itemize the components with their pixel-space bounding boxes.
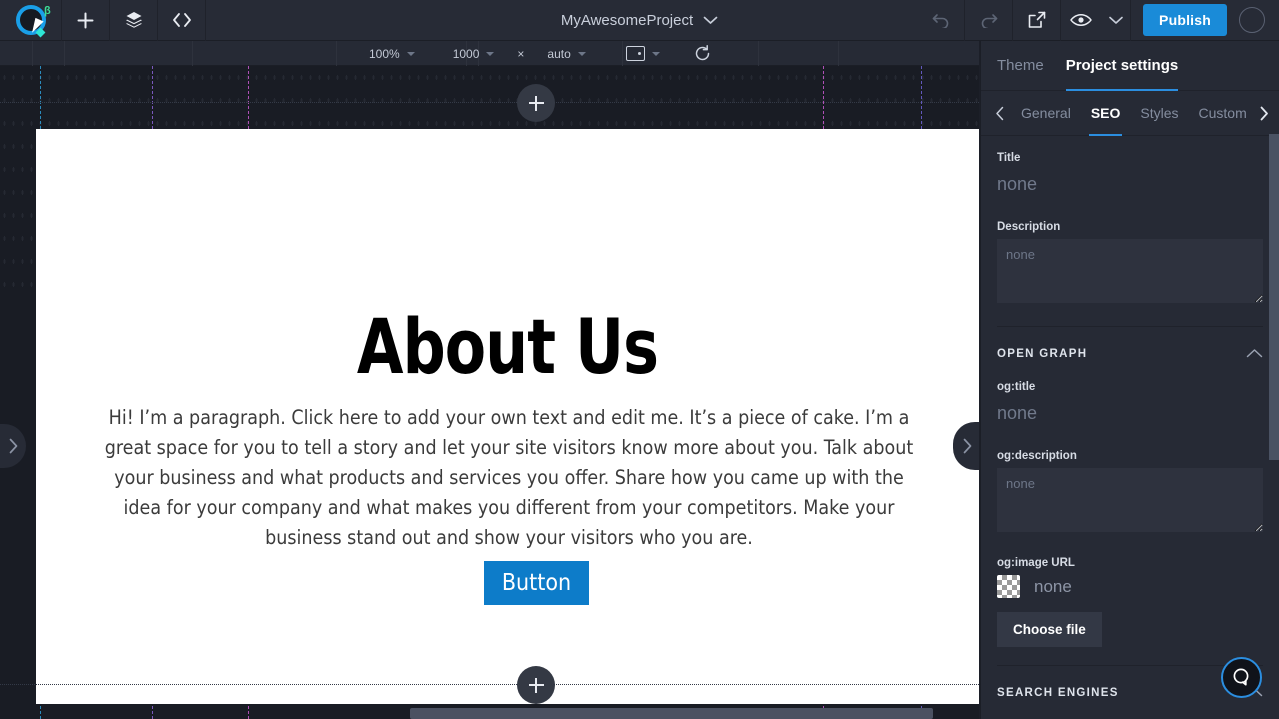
dimension-separator: × bbox=[517, 46, 525, 61]
editor-canvas[interactable]: About Us Hi! I’m a paragraph. Click here… bbox=[0, 66, 979, 719]
section-divider-top bbox=[0, 102, 979, 103]
layers-button[interactable] bbox=[110, 0, 158, 41]
external-link-icon bbox=[1028, 11, 1045, 28]
device-preset-dropdown[interactable] bbox=[617, 46, 669, 61]
panel-tab-bar: Theme Project settings bbox=[981, 41, 1279, 91]
undo-icon bbox=[932, 14, 948, 28]
open-graph-title: OPEN GRAPH bbox=[997, 348, 1088, 360]
chevron-down-icon bbox=[406, 51, 415, 56]
panel-vertical-scrollbar[interactable] bbox=[1269, 134, 1279, 460]
chevron-down-icon bbox=[577, 51, 586, 56]
canvas-width-value: 1000 bbox=[452, 46, 480, 61]
qt-logo-icon bbox=[15, 5, 46, 38]
project-menu-chevron-down-icon[interactable] bbox=[703, 12, 718, 30]
subtab-custom[interactable]: Custom bbox=[1189, 91, 1257, 136]
chevron-down-icon bbox=[651, 51, 660, 56]
help-chat-icon bbox=[1233, 668, 1249, 686]
chevron-up-icon[interactable] bbox=[1246, 345, 1263, 363]
panel-content: Title Description OPEN GRAPH og:title og… bbox=[981, 152, 1279, 704]
code-icon bbox=[172, 13, 191, 27]
og-title-label: og:title bbox=[997, 381, 1036, 393]
canvas-height-value: auto bbox=[547, 46, 571, 61]
help-widget-button[interactable] bbox=[1221, 657, 1262, 698]
canvas-horizontal-scrollbar[interactable] bbox=[410, 708, 933, 719]
subtab-styles[interactable]: Styles bbox=[1130, 91, 1188, 136]
plus-icon bbox=[77, 12, 94, 28]
avatar[interactable] bbox=[1239, 7, 1265, 33]
search-engines-title: SEARCH ENGINES bbox=[997, 687, 1119, 699]
project-title[interactable]: MyAwesomeProject bbox=[561, 12, 693, 29]
layers-icon bbox=[125, 12, 142, 28]
og-image-label: og:image URL bbox=[997, 557, 1075, 569]
add-section-bottom-button[interactable] bbox=[517, 666, 555, 704]
transparent-checker-swatch-icon bbox=[997, 575, 1020, 598]
panel-subtab-bar: General SEO Styles Custom bbox=[981, 91, 1279, 136]
chevron-right-icon bbox=[9, 438, 17, 454]
redo-icon bbox=[981, 14, 997, 28]
page-section[interactable]: About Us Hi! I’m a paragraph. Click here… bbox=[36, 129, 979, 704]
title-label: Title bbox=[997, 152, 1021, 164]
title-input[interactable] bbox=[997, 170, 1263, 205]
open-graph-section-header[interactable]: OPEN GRAPH bbox=[997, 327, 1263, 365]
left-panel-toggle[interactable] bbox=[0, 424, 26, 468]
og-description-textarea[interactable] bbox=[997, 468, 1263, 532]
add-section-top-button[interactable] bbox=[517, 84, 555, 122]
settings-panel: Theme Project settings General SEO Style… bbox=[980, 41, 1279, 719]
app-logo[interactable]: β bbox=[0, 0, 62, 41]
undo-button[interactable] bbox=[917, 0, 966, 41]
preview-dropdown-button[interactable] bbox=[1101, 0, 1132, 41]
og-title-input[interactable] bbox=[997, 399, 1263, 434]
description-label: Description bbox=[997, 221, 1061, 233]
publish-button[interactable]: Publish bbox=[1143, 4, 1227, 36]
canvas-width-dropdown[interactable]: 1000 bbox=[444, 47, 504, 61]
refresh-canvas-button[interactable] bbox=[685, 45, 720, 62]
beta-badge: β bbox=[44, 4, 51, 17]
eye-icon bbox=[1070, 14, 1092, 26]
subtabs-prev-chevron-left-icon[interactable] bbox=[989, 91, 1011, 136]
chevron-right-icon bbox=[963, 438, 971, 454]
page-heading[interactable]: About Us bbox=[93, 302, 923, 391]
preview-button[interactable] bbox=[1061, 0, 1101, 41]
subtab-seo[interactable]: SEO bbox=[1081, 91, 1131, 136]
top-toolbar-right: Publish bbox=[917, 0, 1279, 41]
og-description-label: og:description bbox=[997, 450, 1077, 462]
zoom-level-value: 100% bbox=[369, 46, 400, 61]
device-frame-icon bbox=[625, 46, 645, 61]
chevron-down-icon bbox=[1108, 16, 1123, 24]
redo-button[interactable] bbox=[965, 0, 1014, 41]
description-textarea[interactable] bbox=[997, 239, 1263, 303]
canvas-sub-toolbar: 100% 1000 × auto bbox=[360, 41, 720, 66]
og-image-value: none bbox=[1034, 576, 1072, 596]
add-element-button[interactable] bbox=[62, 0, 110, 41]
tab-project-settings[interactable]: Project settings bbox=[1065, 41, 1178, 91]
canvas-height-dropdown[interactable]: auto bbox=[538, 47, 594, 61]
app-root: β Publish MyAwesomeProject 100% 1000 × a… bbox=[0, 0, 1279, 719]
og-image-row: none bbox=[997, 575, 1263, 598]
refresh-icon bbox=[695, 45, 710, 61]
choose-file-button[interactable]: Choose file bbox=[997, 612, 1102, 647]
open-external-button[interactable] bbox=[1013, 0, 1062, 41]
section-divider-bottom bbox=[0, 684, 979, 685]
subtab-general[interactable]: General bbox=[1011, 91, 1081, 136]
tab-theme[interactable]: Theme bbox=[997, 41, 1044, 91]
code-view-button[interactable] bbox=[158, 0, 206, 41]
page-paragraph[interactable]: Hi! I’m a paragraph. Click here to add y… bbox=[94, 403, 924, 553]
zoom-level-dropdown[interactable]: 100% bbox=[360, 47, 424, 61]
chevron-down-icon bbox=[486, 51, 495, 56]
page-cta-button[interactable]: Button bbox=[484, 561, 589, 605]
